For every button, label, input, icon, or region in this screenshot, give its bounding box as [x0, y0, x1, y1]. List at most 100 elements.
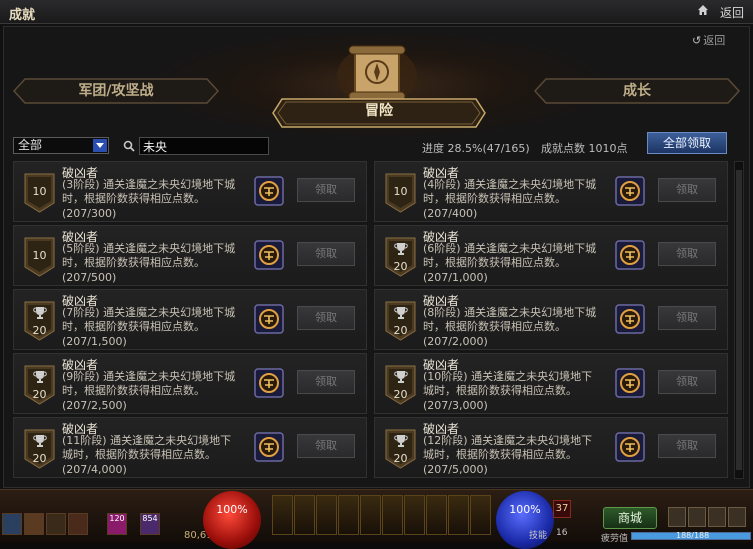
achievement-progress: (207/5,000) [423, 463, 488, 476]
claim-button[interactable]: 领取 [658, 370, 716, 394]
achievement-description: (7阶段) 通关逢魔之未央幻境地下城时，根据阶数获得相应点数。 [62, 306, 236, 333]
window-back-button[interactable]: 返回 [720, 4, 744, 21]
skill-slot[interactable] [272, 495, 293, 535]
skill-slot[interactable] [382, 495, 403, 535]
tab-adventure[interactable]: 冒险 [272, 98, 486, 128]
badge-points: 20 [32, 324, 47, 337]
fatigue-label: 疲劳值 [601, 534, 629, 544]
tab-growth-label: 成长 [623, 83, 651, 99]
shop-button[interactable]: 商城 [603, 507, 657, 529]
claim-button[interactable]: 领取 [297, 242, 355, 266]
badge-points: 20 [393, 260, 408, 273]
home-icon[interactable] [697, 4, 709, 16]
bag-icon[interactable] [68, 513, 88, 535]
skill-slot[interactable] [448, 495, 469, 535]
skill-slot-bar [272, 495, 494, 537]
panel-back-label: 返回 [703, 34, 726, 47]
claim-button[interactable]: 领取 [297, 370, 355, 394]
skill-slot[interactable] [316, 495, 337, 535]
achievement-card: 10 破凶者 (5阶段) 通关逢魔之未央幻境地下城时，根据阶数获得相应点数。 (207… [13, 225, 367, 286]
claim-button[interactable]: 领取 [658, 306, 716, 330]
claim-button[interactable]: 领取 [658, 178, 716, 202]
tab-legion-siege[interactable]: 军团/攻坚战 [13, 78, 219, 104]
reward-emblem-icon[interactable] [254, 368, 284, 398]
points-badge: 20 [24, 365, 55, 405]
reward-emblem-icon[interactable] [615, 432, 645, 462]
achievement-progress: (207/500) [62, 271, 117, 284]
return-arrow-icon: ↺ [692, 34, 702, 47]
skill-slot[interactable] [404, 495, 425, 535]
achievement-progress: (207/300) [62, 207, 117, 220]
achievement-progress: (207/2,500) [62, 399, 127, 412]
panel-back-button[interactable]: ↺ 返回 [692, 32, 725, 48]
character-icon[interactable] [2, 513, 22, 535]
claim-button[interactable]: 领取 [297, 178, 355, 202]
inventory-icon[interactable] [24, 513, 44, 535]
points-badge: 20 [24, 301, 55, 341]
points-badge: 20 [385, 237, 416, 277]
skill-slot[interactable] [338, 495, 359, 535]
achievement-card: 20 破凶者 (10阶段) 通关逢魔之未央幻境地下城时，根据阶数获得相应点数。 (20… [374, 353, 728, 414]
achievement-progress: (207/2,000) [423, 335, 488, 348]
reward-emblem-icon[interactable] [254, 304, 284, 334]
points-badge: 10 [24, 173, 55, 213]
badge-points: 20 [393, 452, 408, 465]
item-slot-2[interactable]: 854 [140, 513, 160, 535]
reward-emblem-icon[interactable] [254, 432, 284, 462]
achievement-card: 20 破凶者 (11阶段) 通关逢魔之未央幻境地下城时，根据阶数获得相应点数。 (20… [13, 417, 367, 478]
claim-button[interactable]: 领取 [658, 242, 716, 266]
person-menu-icon[interactable] [688, 507, 706, 527]
achievement-description: (11阶段) 通关逢魔之未央幻境地下城时，根据阶数获得相应点数。 [62, 434, 232, 461]
achievement-progress: (207/1,500) [62, 335, 127, 348]
list-scrollbar[interactable] [734, 161, 744, 479]
scrollbar-thumb[interactable] [736, 170, 742, 470]
reward-emblem-icon[interactable] [254, 176, 284, 206]
pot-icon[interactable] [46, 513, 66, 535]
trophy-icon [394, 435, 408, 447]
skill-slot[interactable] [470, 495, 491, 535]
claim-all-button[interactable]: 全部领取 [647, 132, 727, 154]
badge-points: 10 [393, 185, 408, 198]
window-title: 成就 [9, 8, 36, 23]
title-bar: 成就 返回 [0, 0, 753, 24]
skill-slot[interactable] [426, 495, 447, 535]
reward-emblem-icon[interactable] [254, 240, 284, 270]
hud-menu-icons [664, 507, 753, 529]
grid-menu-icon[interactable] [668, 507, 686, 527]
badge-points: 20 [393, 324, 408, 337]
backpack-menu-icon[interactable] [708, 507, 726, 527]
mail-menu-icon[interactable] [728, 507, 746, 527]
search-input[interactable] [139, 137, 269, 155]
trophy-icon [394, 307, 408, 319]
achievement-progress: (207/3,000) [423, 399, 488, 412]
achievement-card: 20 破凶者 (8阶段) 通关逢魔之未央幻境地下城时，根据阶数获得相应点数。 (207… [374, 289, 728, 350]
achievement-card: 20 破凶者 (6阶段) 通关逢魔之未央幻境地下城时，根据阶数获得相应点数。 (207… [374, 225, 728, 286]
points-badge: 20 [24, 429, 55, 469]
achievement-progress: (207/1,000) [423, 271, 488, 284]
hp-value: 100% [216, 503, 248, 516]
claim-button[interactable]: 领取 [658, 434, 716, 458]
reward-emblem-icon[interactable] [615, 240, 645, 270]
trophy-icon [33, 307, 47, 319]
skill-points-value: 16 [556, 528, 568, 538]
achievement-card: 10 破凶者 (4阶段) 通关逢魔之未央幻境地下城时，根据阶数获得相应点数。 (207… [374, 161, 728, 222]
reward-emblem-icon[interactable] [615, 176, 645, 206]
reward-emblem-icon[interactable] [615, 368, 645, 398]
achievement-description: (12阶段) 通关逢魔之未央幻境地下城时，根据阶数获得相应点数。 [423, 434, 593, 461]
reward-emblem-icon[interactable] [615, 304, 645, 334]
tab-adventure-label: 冒险 [365, 103, 393, 119]
trophy-icon [33, 371, 47, 383]
tab-growth[interactable]: 成长 [534, 78, 740, 104]
skill-slot[interactable] [294, 495, 315, 535]
points-badge: 20 [385, 365, 416, 405]
badge-points: 10 [32, 185, 47, 198]
item-slot-1[interactable]: 120 [107, 513, 127, 535]
claim-button[interactable]: 领取 [297, 306, 355, 330]
skill-slot[interactable] [360, 495, 381, 535]
mp-value: 100% [509, 503, 541, 516]
category-select[interactable]: 全部 [13, 137, 109, 154]
skill-points-label: 技能 [529, 531, 548, 541]
achievement-description: (4阶段) 通关逢魔之未央幻境地下城时，根据阶数获得相应点数。 [423, 178, 597, 205]
claim-button[interactable]: 领取 [297, 434, 355, 458]
trophy-icon [394, 243, 408, 255]
